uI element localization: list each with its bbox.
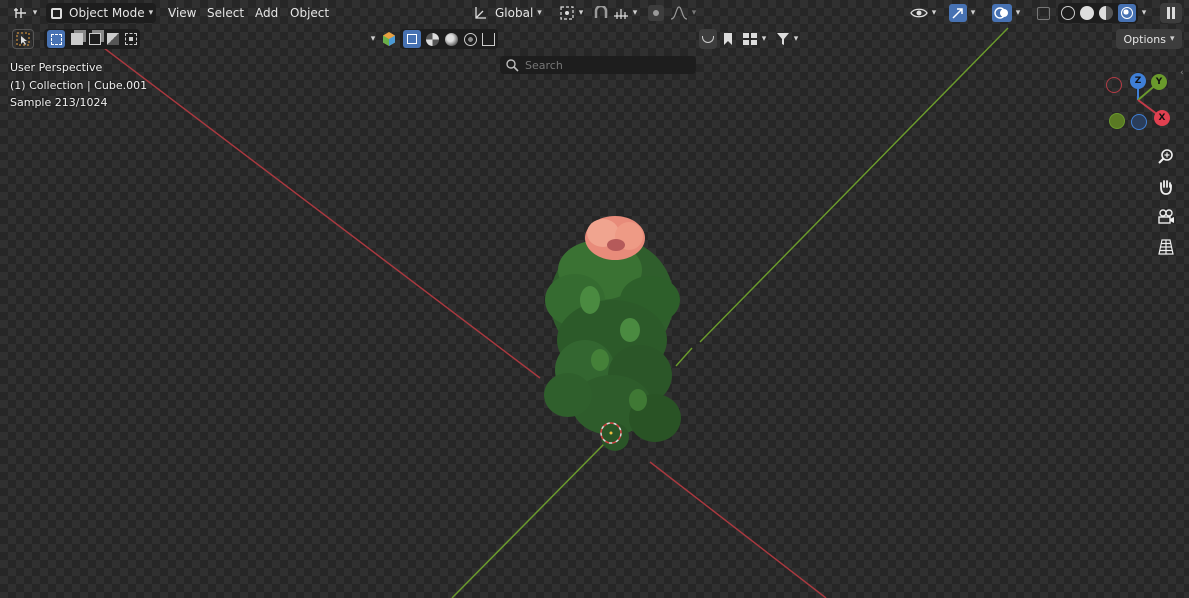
search-icon — [506, 59, 519, 72]
overlay-icon — [991, 4, 1012, 22]
proportional-toggle-icon — [647, 5, 664, 21]
transform-icon — [475, 7, 486, 19]
y-axis-line-lower — [451, 442, 606, 598]
material-shading-icon[interactable] — [1098, 6, 1113, 20]
menu-view[interactable]: View — [162, 3, 202, 23]
editor-type-button[interactable]: ▾ — [8, 3, 42, 23]
viewport-sample-text: Sample 213/1024 — [10, 96, 108, 109]
gizmo-x-axis[interactable]: X — [1154, 110, 1170, 126]
select-intersect-icon[interactable] — [125, 33, 137, 45]
selection-mode-group — [44, 29, 140, 49]
gizmo-neg-z-icon[interactable] — [1131, 114, 1147, 130]
y-axis-line — [699, 27, 1009, 343]
bookmark-button[interactable] — [720, 29, 736, 49]
viewport-collection-text: (1) Collection | Cube.001 — [10, 79, 148, 92]
bookmark-icon — [724, 33, 732, 45]
pan-button[interactable] — [1154, 175, 1178, 199]
y-axis-line-mid — [675, 347, 693, 367]
object-type-filter[interactable] — [380, 29, 398, 49]
pause-render-button[interactable] — [1160, 3, 1182, 23]
zoom-icon — [1158, 149, 1173, 164]
scene-filter-icon[interactable] — [482, 32, 496, 46]
active-tool-button[interactable] — [12, 29, 34, 49]
particles-filter-icon[interactable] — [444, 32, 458, 46]
pause-icon — [1167, 7, 1175, 19]
object-types-icon — [383, 32, 395, 46]
x-axis-line — [99, 44, 541, 379]
hierarchy-dropdown[interactable]: ▾ — [738, 29, 770, 49]
viewport-perspective-text: User Perspective — [10, 61, 103, 74]
select-box-icon[interactable] — [47, 30, 65, 48]
shading-options-dropdown[interactable]: ▾ — [1138, 3, 1150, 23]
xray-icon — [1036, 6, 1050, 20]
object-mode-label: Object Mode — [69, 6, 145, 20]
funnel-icon — [776, 33, 789, 45]
perspective-toggle-button[interactable] — [1154, 235, 1178, 259]
hierarchy-icon — [742, 33, 757, 45]
object-mode-dropdown[interactable]: Object Mode ▾ — [46, 3, 156, 23]
search-field[interactable] — [500, 56, 696, 74]
filter-dropdown[interactable]: ▾ — [772, 29, 802, 49]
visibility-icon — [909, 8, 928, 18]
viewport-scene — [99, 27, 1009, 598]
transform-orientation-label: Global — [495, 6, 534, 20]
proportional-editing-dropdown[interactable]: ▾ — [646, 3, 698, 23]
pivot-icon — [560, 6, 574, 20]
zoom-button[interactable] — [1154, 145, 1178, 169]
search-input[interactable] — [523, 57, 687, 73]
plant-object — [544, 216, 681, 451]
proportional-icon — [670, 6, 687, 20]
world-filter-icon[interactable] — [463, 32, 477, 46]
hand-pan-icon — [1160, 180, 1172, 195]
gizmo-y-axis[interactable]: Y — [1151, 74, 1167, 90]
menu-object[interactable]: Object — [284, 3, 335, 23]
render-filter-group — [400, 29, 498, 49]
filter-expand-dropdown[interactable]: ▾ — [366, 29, 380, 49]
editor-type-icon — [13, 8, 26, 18]
snap-dropdown[interactable]: ▾ — [590, 3, 640, 23]
overlay-dropdown[interactable]: ▾ — [986, 3, 1026, 23]
select-invert-icon[interactable] — [107, 33, 119, 45]
snap-icon — [594, 6, 607, 18]
gizmo-z-axis[interactable]: Z — [1130, 73, 1146, 89]
shading-mode-group — [1058, 3, 1138, 23]
select-subtract-icon[interactable] — [89, 33, 101, 45]
pivot-point-dropdown[interactable]: ▾ — [555, 3, 587, 23]
filter-toggle[interactable] — [699, 29, 717, 49]
tool-header: ▾ ▾ — [0, 26, 1189, 74]
camera-icon — [1158, 209, 1174, 224]
visibility-dropdown[interactable]: ▾ — [906, 3, 940, 23]
gizmo-dropdown[interactable]: ▾ — [944, 3, 980, 23]
material-filter-icon[interactable] — [426, 32, 440, 46]
menu-select[interactable]: Select — [201, 3, 250, 23]
grid-view-icon — [1158, 239, 1174, 255]
rendered-shading-icon[interactable] — [1117, 4, 1136, 22]
x-axis-line-lower — [649, 461, 827, 598]
viewport-header: ▾ Object Mode ▾ View Select Add Object G… — [0, 0, 1189, 26]
filter-curve-icon — [702, 35, 714, 43]
solid-shading-icon[interactable] — [1079, 6, 1094, 20]
xray-toggle[interactable] — [1034, 3, 1052, 23]
select-extend-icon[interactable] — [71, 33, 83, 45]
sidebar-toggle-icon[interactable]: ‹ — [1180, 68, 1184, 78]
transform-orientation-dropdown[interactable]: Global ▾ — [470, 3, 550, 23]
options-dropdown[interactable]: Options ▾ — [1116, 29, 1182, 49]
menu-add[interactable]: Add — [249, 3, 284, 23]
gizmo-icon — [948, 4, 967, 22]
select-cursor-icon — [16, 32, 30, 46]
gizmo-neg-x-icon[interactable] — [1106, 77, 1122, 93]
gizmo-neg-y-icon[interactable] — [1109, 113, 1125, 129]
object-mode-icon — [51, 7, 62, 19]
options-label: Options — [1123, 32, 1166, 46]
object-select-filter-icon[interactable] — [402, 30, 421, 48]
camera-view-button[interactable] — [1154, 205, 1178, 229]
wireframe-shading-icon[interactable] — [1060, 6, 1075, 20]
snap-increment-icon — [613, 9, 628, 19]
